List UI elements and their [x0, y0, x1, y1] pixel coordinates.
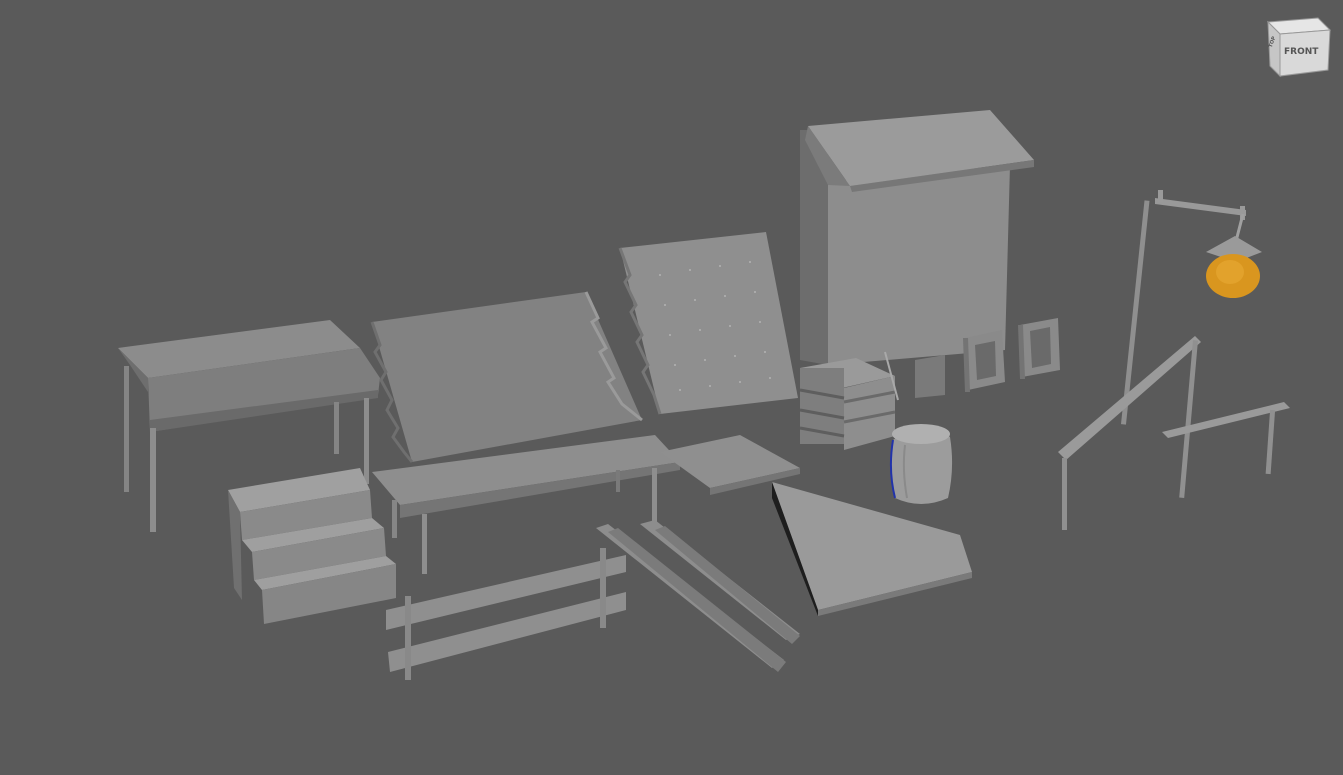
wall-frame-right[interactable]	[1018, 318, 1060, 379]
wall-frame-left[interactable]	[963, 330, 1005, 392]
hanging-lantern[interactable]	[1206, 236, 1262, 298]
railing[interactable]	[1058, 336, 1290, 530]
sloped-roof-panel[interactable]	[370, 291, 643, 463]
wedge-ramp[interactable]	[772, 482, 972, 616]
3d-viewport[interactable]: FRONT TOP	[0, 0, 1343, 775]
stairs[interactable]	[228, 468, 396, 624]
wooden-crate-stack[interactable]	[799, 351, 899, 450]
floor-planks[interactable]	[596, 520, 800, 672]
shingled-roof-panel[interactable]	[618, 232, 798, 415]
viewcube-front-label[interactable]: FRONT	[1284, 47, 1319, 57]
viewport-scene[interactable]	[0, 0, 1343, 775]
view-cube-icon[interactable]: FRONT TOP	[1262, 10, 1334, 82]
barrel[interactable]	[889, 424, 953, 504]
